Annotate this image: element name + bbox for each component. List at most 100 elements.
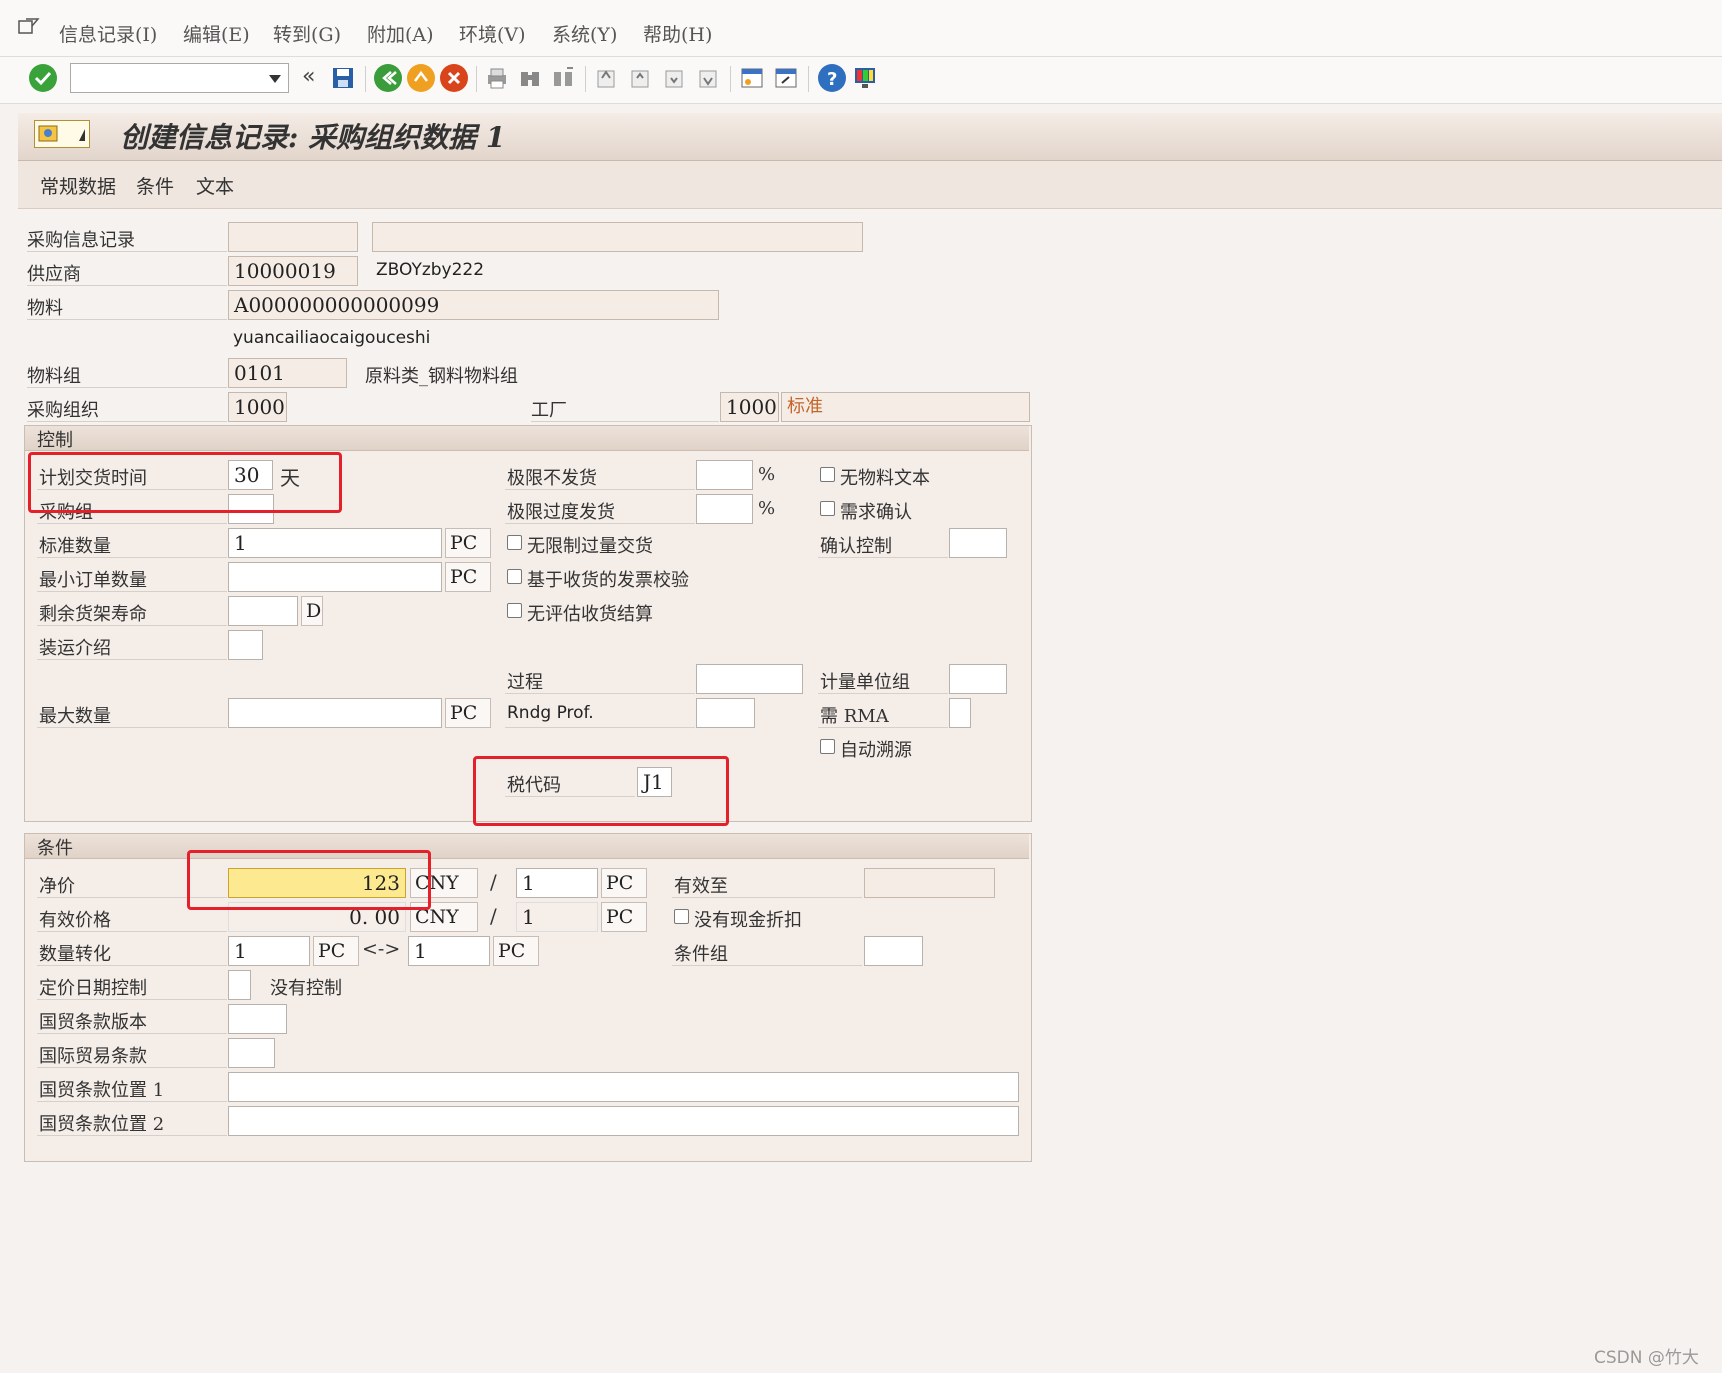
chevron-down-icon[interactable]	[268, 74, 282, 84]
help-icon[interactable]: ?	[818, 64, 846, 92]
menu-edit[interactable]: 编辑(E)	[183, 20, 250, 47]
watermark: CSDN @竹大	[1594, 1348, 1699, 1368]
field-underline	[818, 557, 948, 558]
field-underline	[37, 625, 227, 626]
field-underline	[37, 1033, 227, 1034]
tab-conditions[interactable]: 条件	[136, 172, 174, 199]
field-underline	[531, 421, 719, 422]
net-price-label: 净价	[39, 876, 75, 897]
qty-conversion-right-field[interactable]: 1	[408, 936, 490, 966]
min-order-field[interactable]	[228, 562, 442, 592]
underdelivery-field[interactable]	[696, 460, 753, 490]
qty-conversion-right-unit: PC	[493, 936, 539, 966]
qty-conversion-label: 数量转化	[39, 944, 111, 965]
procedure-field[interactable]	[696, 664, 803, 694]
customize-layout-icon[interactable]	[853, 66, 877, 90]
command-field[interactable]	[70, 63, 289, 93]
ack-req-label: 需求确认	[840, 502, 912, 523]
plant-label: 工厂	[531, 400, 567, 421]
valid-to-field	[864, 868, 995, 898]
max-qty-field[interactable]	[228, 698, 442, 728]
toolbar-separator	[365, 66, 366, 92]
material-field[interactable]: A000000000000099	[228, 290, 719, 320]
conf-ctrl-field[interactable]	[949, 528, 1007, 558]
gr-iv-checkbox[interactable]	[507, 569, 522, 584]
field-underline	[818, 727, 948, 728]
back-icon[interactable]	[374, 64, 402, 92]
uom-group-field[interactable]	[949, 664, 1007, 694]
qty-conversion-left-unit: PC	[313, 936, 359, 966]
plant-field[interactable]: 1000	[720, 392, 779, 422]
collapse-icon[interactable]: «	[302, 64, 315, 89]
vendor-field[interactable]: 10000019	[228, 256, 358, 286]
cond-group-field[interactable]	[864, 936, 923, 966]
menu-system[interactable]: 系统(Y)	[552, 20, 617, 47]
menu-goto[interactable]: 转到(G)	[273, 20, 341, 47]
ack-req-checkbox[interactable]	[820, 501, 835, 516]
menu-info-record[interactable]: 信息记录(I)	[59, 20, 157, 47]
info-record-label: 采购信息记录	[27, 230, 135, 251]
overdelivery-label: 极限过度发货	[507, 502, 615, 523]
incoterms-version-field[interactable]	[228, 1004, 287, 1034]
qty-conversion-arrow: <->	[362, 938, 401, 960]
field-underline	[27, 421, 227, 422]
purch-org-field[interactable]: 1000	[228, 392, 287, 422]
conf-ctrl-label: 确认控制	[820, 536, 892, 557]
std-qty-unit: PC	[445, 528, 491, 558]
underdelivery-percent: %	[758, 464, 776, 485]
rounding-profile-field[interactable]	[696, 698, 755, 728]
exit-icon[interactable]	[407, 64, 435, 92]
print-icon[interactable]	[485, 66, 509, 90]
prev-page-icon[interactable]	[628, 66, 652, 90]
incoterms-location2-field[interactable]	[228, 1106, 1019, 1136]
incoterms-location1-field[interactable]	[228, 1072, 1019, 1102]
qty-conversion-left-field[interactable]: 1	[228, 936, 310, 966]
no-mat-text-checkbox[interactable]	[820, 467, 835, 482]
rma-field[interactable]	[949, 698, 971, 728]
shipping-field[interactable]	[228, 630, 263, 660]
find-icon[interactable]	[518, 66, 542, 90]
std-qty-field[interactable]: 1	[228, 528, 442, 558]
info-toggle-icon[interactable]	[34, 120, 90, 148]
menu-help[interactable]: 帮助(H)	[643, 20, 712, 47]
shortcut-icon[interactable]	[774, 66, 798, 90]
tab-general-data[interactable]: 常规数据	[40, 172, 116, 199]
shelf-life-field[interactable]	[228, 596, 298, 626]
shelf-life-unit: D	[301, 596, 323, 626]
auto-source-checkbox[interactable]	[820, 739, 835, 754]
no-eval-checkbox[interactable]	[507, 603, 522, 618]
find-next-icon[interactable]	[551, 66, 575, 90]
conditions-group-title: 条件	[37, 838, 73, 859]
menu-environment[interactable]: 环境(V)	[459, 20, 526, 47]
rounding-profile-label: Rndg Prof.	[507, 703, 594, 723]
menu-icon[interactable]	[18, 18, 40, 36]
toolbar-separator	[476, 66, 477, 92]
cancel-icon[interactable]	[440, 64, 468, 92]
procedure-label: 过程	[507, 672, 543, 693]
first-page-icon[interactable]	[594, 66, 618, 90]
tab-texts[interactable]: 文本	[196, 172, 234, 199]
enter-check-icon[interactable]	[29, 64, 57, 92]
no-cash-discount-checkbox[interactable]	[674, 909, 689, 924]
overdelivery-field[interactable]	[696, 494, 753, 524]
field-underline	[37, 659, 227, 660]
field-underline	[672, 897, 862, 898]
unlimited-label: 无限制过量交货	[527, 536, 653, 557]
material-group-field[interactable]: 0101	[228, 358, 347, 388]
new-session-icon[interactable]	[740, 66, 764, 90]
save-icon[interactable]	[331, 66, 355, 90]
field-underline	[37, 591, 227, 592]
menu-extras[interactable]: 附加(A)	[367, 20, 434, 47]
pricing-date-field[interactable]	[228, 970, 251, 1000]
unlimited-checkbox[interactable]	[507, 535, 522, 550]
next-page-icon[interactable]	[662, 66, 686, 90]
info-record-field[interactable]	[228, 222, 358, 252]
overdelivery-percent: %	[758, 498, 776, 519]
annotation-box-tax-code	[473, 756, 729, 826]
min-order-label: 最小订单数量	[39, 570, 147, 591]
field-underline	[505, 489, 695, 490]
price-unit-field[interactable]: 1	[516, 868, 598, 898]
field-underline	[505, 693, 695, 694]
incoterms-field[interactable]	[228, 1038, 275, 1068]
last-page-icon[interactable]	[696, 66, 720, 90]
